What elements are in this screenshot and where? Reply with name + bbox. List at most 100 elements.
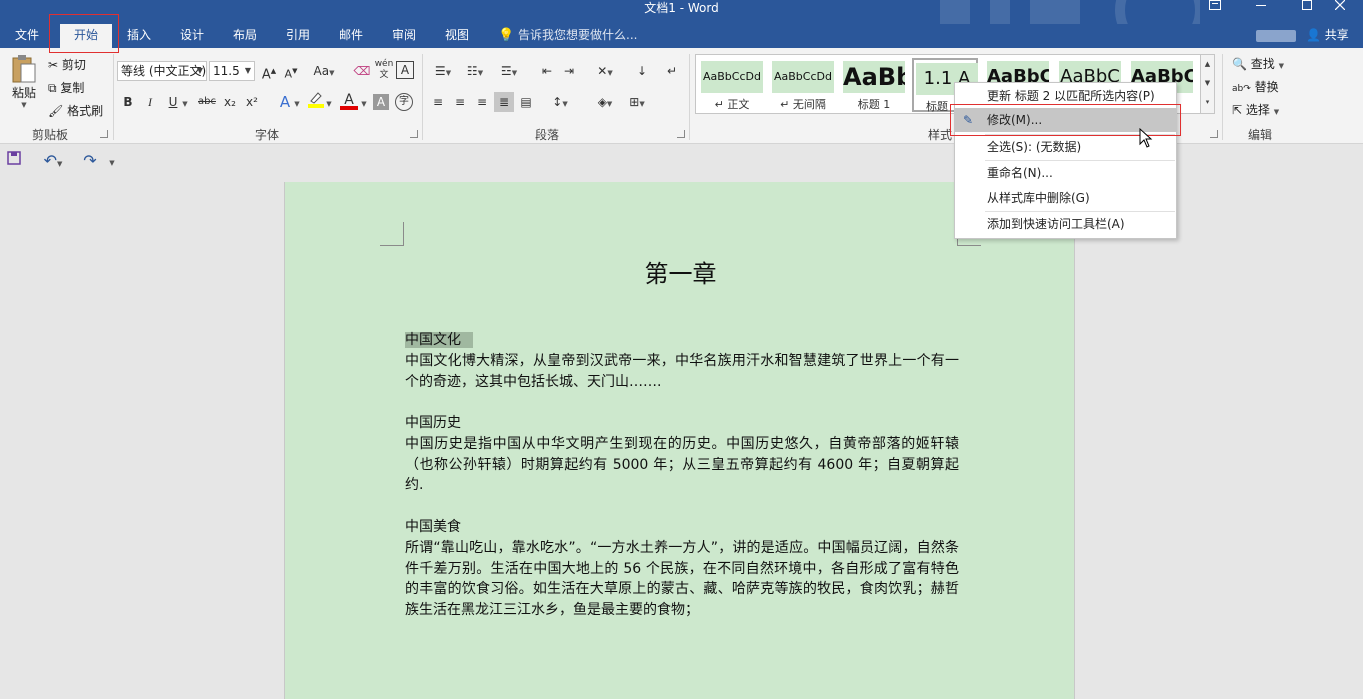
section-food[interactable]: 中国美食 所谓“靠山吃山，靠水吃水”。“一方水土养一方人”，讲的是适应。中国幅员… xyxy=(405,517,959,621)
style-normal[interactable]: AaBbCcDd ↵ 正文 xyxy=(699,58,765,112)
replace-label: 替换 xyxy=(1254,80,1279,94)
tab-references[interactable]: 引用 xyxy=(274,24,322,48)
subscript-button[interactable]: x₂ xyxy=(220,92,240,112)
text-effects-dropdown-icon[interactable]: ▼ xyxy=(292,92,302,112)
phonetic-guide-icon[interactable]: wén 文 xyxy=(374,59,394,80)
font-size-combo[interactable]: 11.5 ▼ xyxy=(209,61,255,81)
close-icon[interactable] xyxy=(1317,0,1363,14)
format-painter-label: 格式刷 xyxy=(67,104,104,118)
select-button[interactable]: ⇱ 选择 ▼ xyxy=(1232,101,1279,118)
multilevel-list-icon[interactable]: ☲▼ xyxy=(494,61,524,81)
enclose-char-icon[interactable]: 字 xyxy=(395,93,413,111)
grow-font-icon[interactable]: A▲ xyxy=(259,61,279,82)
clipboard-launcher-icon[interactable] xyxy=(100,130,108,138)
tab-review[interactable]: 审阅 xyxy=(380,24,428,48)
change-case-icon[interactable]: Aa▼ xyxy=(309,61,339,81)
section-body[interactable]: 所谓“靠山吃山，靠水吃水”。“一方水土养一方人”，讲的是适应。中国幅员辽阔，自然… xyxy=(405,538,959,621)
menu-remove-from-gallery[interactable]: 从样式库中删除(G) xyxy=(955,186,1176,210)
line-spacing-icon[interactable]: ↕▼ xyxy=(545,92,575,112)
undo-icon[interactable]: ↶▼ xyxy=(38,151,68,171)
copy-button[interactable]: ⧉ 复制 xyxy=(48,79,84,96)
sort-icon[interactable]: ↓ xyxy=(632,61,652,81)
font-launcher-icon[interactable] xyxy=(410,130,418,138)
distributed-icon[interactable]: ▤ xyxy=(516,92,536,112)
cut-label: 剪切 xyxy=(61,58,86,72)
format-painter-button[interactable]: 🖌 格式刷 xyxy=(48,102,103,119)
customize-qat-icon[interactable]: ▼ xyxy=(106,151,118,171)
paste-dropdown-icon[interactable]: ▼ xyxy=(8,101,40,109)
minimize-icon[interactable] xyxy=(1238,0,1284,14)
show-marks-icon[interactable]: ↵ xyxy=(662,61,682,81)
ribbon-display-icon[interactable] xyxy=(1192,0,1238,14)
char-border-icon[interactable]: A xyxy=(396,61,414,79)
italic-button[interactable]: I xyxy=(140,92,160,112)
section-history[interactable]: 中国历史 中国历史是指中国从中华文明产生到现在的历史。中国历史悠久，自黄帝部落的… xyxy=(405,413,959,496)
align-right-icon[interactable]: ≡ xyxy=(472,92,492,112)
align-left-icon[interactable]: ≡ xyxy=(428,92,448,112)
divider xyxy=(113,54,114,140)
replace-button[interactable]: ab↷ 替换 xyxy=(1232,78,1279,95)
bullets-icon[interactable]: ☰▼ xyxy=(428,61,458,81)
menu-update-style[interactable]: 更新 标题 2 以匹配所选内容(P) xyxy=(955,84,1176,108)
cut-button[interactable]: ✂ 剪切 xyxy=(48,56,86,73)
menu-add-to-qat[interactable]: 添加到快速访问工具栏(A) xyxy=(955,212,1176,236)
highlight-icon[interactable] xyxy=(306,90,326,110)
strikethrough-button[interactable]: abc xyxy=(197,92,217,112)
scroll-down-icon[interactable]: ▼ xyxy=(1201,74,1214,93)
font-color-dropdown-icon[interactable]: ▼ xyxy=(359,92,369,112)
find-button[interactable]: 🔍 查找 ▼ xyxy=(1232,55,1284,72)
justify-icon[interactable]: ≣ xyxy=(494,92,514,112)
shrink-font-icon[interactable]: A▼ xyxy=(281,61,301,81)
section-heading[interactable]: 中国历史 xyxy=(405,413,959,434)
borders-icon[interactable]: ⊞▼ xyxy=(622,92,652,112)
copy-label: 复制 xyxy=(60,81,85,95)
tab-view[interactable]: 视图 xyxy=(433,24,481,48)
document-page[interactable]: 第一章 中国文化 中国文化博大精深，从皇帝到汉武帝一来，中华名族用汗水和智慧建筑… xyxy=(284,182,1075,699)
paste-button[interactable]: 粘贴 ▼ xyxy=(8,54,40,109)
menu-modify-label: 修改(M)... xyxy=(987,113,1043,127)
chevron-down-icon: ▼ xyxy=(1278,62,1285,70)
account-avatar[interactable] xyxy=(1256,30,1296,42)
section-heading[interactable]: 中国美食 xyxy=(405,517,959,538)
styles-launcher-icon[interactable] xyxy=(1210,130,1218,138)
align-center-icon[interactable]: ≡ xyxy=(450,92,470,112)
scroll-up-icon[interactable]: ▲ xyxy=(1201,55,1214,74)
gallery-scroll[interactable]: ▲ ▼ ▾ xyxy=(1201,54,1215,114)
tell-me-box[interactable]: 💡 告诉我您想要做什么... xyxy=(498,24,637,48)
tab-mailings[interactable]: 邮件 xyxy=(327,24,375,48)
section-culture[interactable]: 中国文化 中国文化博大精深，从皇帝到汉武帝一来，中华名族用汗水和智慧建筑了世界上… xyxy=(405,330,959,392)
shading-icon[interactable]: ◈▼ xyxy=(590,92,620,112)
section-body[interactable]: 中国文化博大精深，从皇帝到汉武帝一来，中华名族用汗水和智慧建筑了世界上一个有一个… xyxy=(405,351,959,393)
clear-format-icon[interactable]: ⌫ xyxy=(352,61,372,81)
highlight-color-swatch xyxy=(308,104,324,108)
tab-file[interactable]: 文件 xyxy=(0,24,54,48)
font-color-icon[interactable]: A xyxy=(339,90,359,110)
window-title: 文档1 - Word xyxy=(644,1,719,15)
numbering-icon[interactable]: ☷▼ xyxy=(460,61,490,81)
char-shading-icon[interactable]: A xyxy=(373,94,389,110)
tab-home[interactable]: 开始 xyxy=(60,24,112,48)
share-button[interactable]: 👤 共享 xyxy=(1306,26,1349,46)
tab-layout[interactable]: 布局 xyxy=(221,24,269,48)
decrease-indent-icon[interactable]: ⇤ xyxy=(537,61,557,81)
section-body[interactable]: 中国历史是指中国从中华文明产生到现在的历史。中国历史悠久，自黄帝部落的姬轩辕（也… xyxy=(405,434,959,496)
style-heading-1[interactable]: AaBb 标题 1 xyxy=(841,58,907,112)
underline-dropdown-icon[interactable]: ▼ xyxy=(180,92,190,112)
redo-icon[interactable]: ↷ xyxy=(80,151,100,171)
save-icon[interactable] xyxy=(4,151,24,171)
highlight-dropdown-icon[interactable]: ▼ xyxy=(324,92,334,112)
paragraph-launcher-icon[interactable] xyxy=(677,130,685,138)
tab-design[interactable]: 设计 xyxy=(168,24,216,48)
menu-rename[interactable]: 重命名(N)... xyxy=(955,161,1176,185)
chapter-title[interactable]: 第一章 xyxy=(285,254,1076,289)
bold-button[interactable]: B xyxy=(118,92,138,112)
increase-indent-icon[interactable]: ⇥ xyxy=(559,61,579,81)
gallery-expand-icon[interactable]: ▾ xyxy=(1201,93,1214,112)
superscript-button[interactable]: x² xyxy=(242,92,262,112)
chinese-layout-icon[interactable]: ✕▼ xyxy=(590,61,620,81)
tab-insert[interactable]: 插入 xyxy=(114,24,164,48)
section-heading[interactable]: 中国文化 xyxy=(405,332,473,348)
style-no-spacing[interactable]: AaBbCcDd ↵ 无间隔 xyxy=(770,58,836,112)
ribbon-tabs: 文件 开始 插入 设计 布局 引用 邮件 审阅 视图 xyxy=(0,24,1363,48)
font-name-combo[interactable]: 等线 (中文正文) ▼ xyxy=(117,61,207,81)
